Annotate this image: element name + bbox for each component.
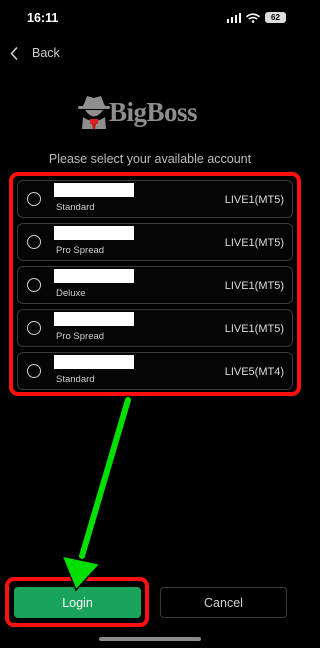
home-indicator <box>99 637 201 641</box>
annotation-arrow-icon <box>60 395 133 592</box>
